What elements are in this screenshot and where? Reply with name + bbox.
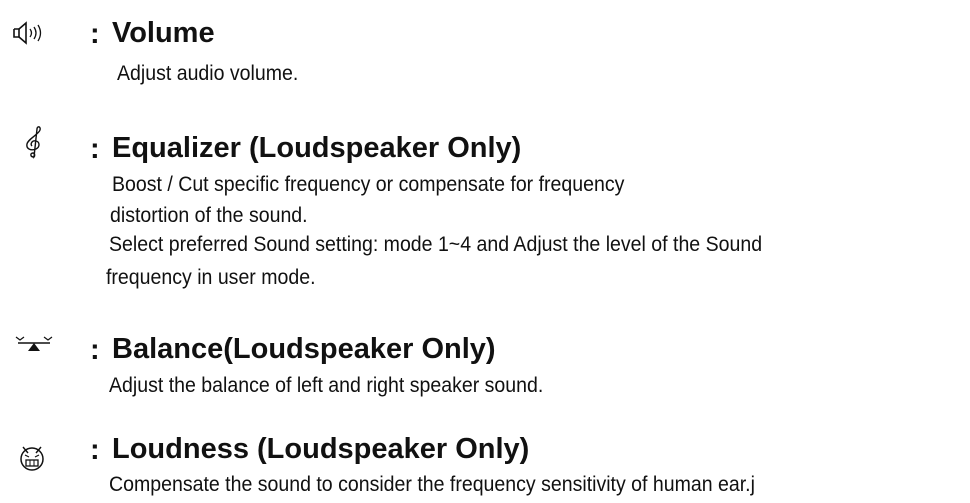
volume-description-line-1: Adjust audio volume. (117, 62, 299, 85)
speaker-volume-icon (13, 21, 42, 45)
equalizer-description-line-1: Boost / Cut specific frequency or compen… (112, 173, 625, 196)
equalizer-description-line-3: Select preferred Sound setting: mode 1~4… (109, 233, 763, 256)
loudness-face-icon (20, 446, 44, 471)
loudness-colon: : (90, 434, 100, 466)
volume-colon: : (90, 18, 100, 50)
treble-clef-icon (26, 126, 41, 159)
loudness-title: Loudness (Loudspeaker Only) (112, 433, 530, 465)
loudness-description-line-1: Compensate the sound to consider the fre… (109, 473, 755, 496)
balance-colon: : (90, 334, 100, 366)
balance-icon (15, 336, 53, 351)
balance-description-line-1: Adjust the balance of left and right spe… (109, 374, 544, 397)
equalizer-colon: : (90, 133, 100, 165)
equalizer-description-line-2: distortion of the sound. (110, 204, 308, 227)
balance-title: Balance(Loudspeaker Only) (112, 333, 496, 365)
equalizer-description-line-4: frequency in user mode. (106, 266, 316, 289)
equalizer-title: Equalizer (Loudspeaker Only) (112, 132, 522, 164)
volume-title: Volume (112, 17, 215, 49)
